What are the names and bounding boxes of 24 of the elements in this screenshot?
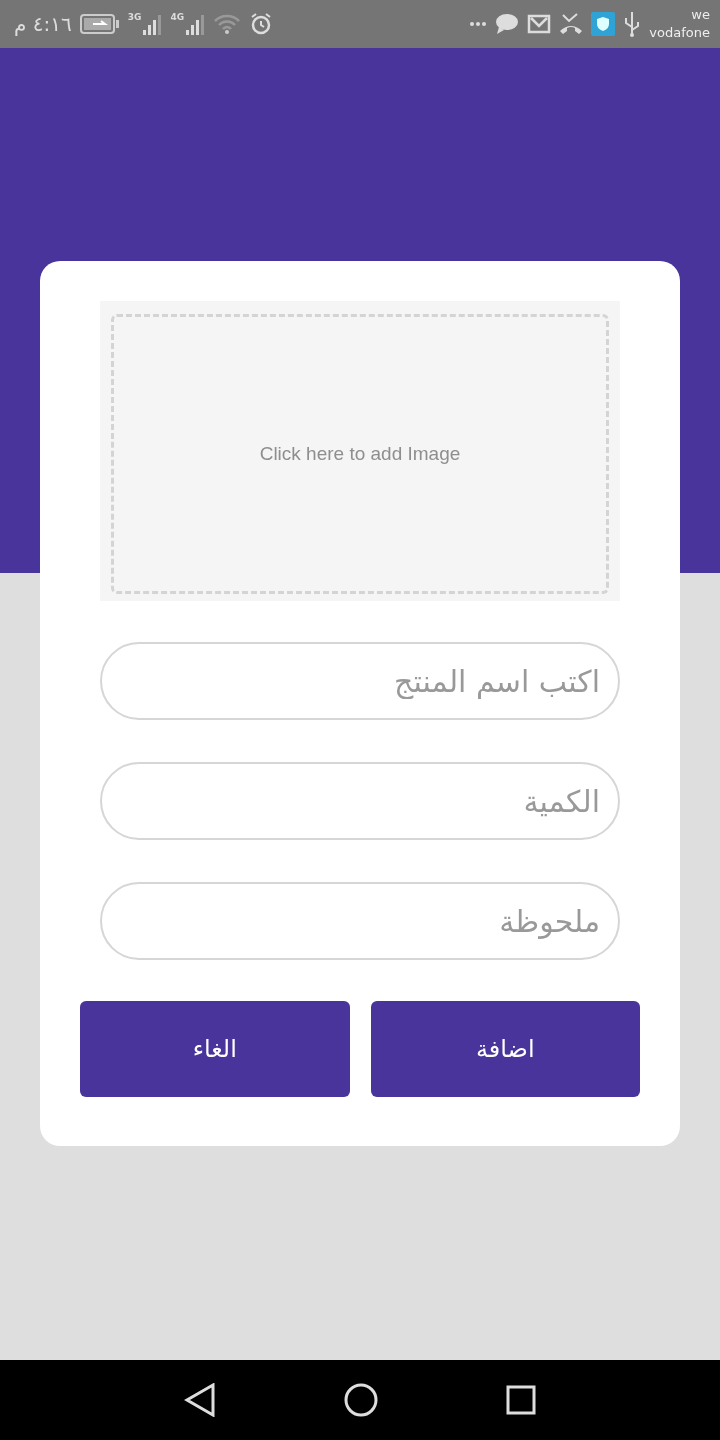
image-picker-label: Click here to add Image bbox=[259, 443, 461, 465]
clock-time: ٤:١٦ م bbox=[14, 12, 72, 36]
signal-icon bbox=[185, 12, 206, 36]
usb-icon bbox=[623, 11, 642, 37]
signal-icon bbox=[142, 12, 163, 36]
action-button[interactable]: الغاء bbox=[80, 1001, 350, 1097]
missed-call-icon bbox=[559, 12, 584, 36]
recents-icon[interactable] bbox=[506, 1385, 536, 1415]
network-label: 3G bbox=[127, 12, 142, 22]
back-icon[interactable] bbox=[184, 1383, 216, 1417]
input-field[interactable]: ملحوظة bbox=[100, 882, 620, 960]
wifi-icon bbox=[213, 13, 242, 35]
shield-icon bbox=[591, 12, 616, 36]
battery-icon bbox=[79, 13, 120, 35]
carrier-name: vodafone bbox=[649, 24, 710, 42]
action-button[interactable]: اضافة bbox=[370, 1001, 640, 1097]
more-icon bbox=[469, 21, 488, 27]
input-field[interactable]: اكتب اسم المنتج bbox=[100, 642, 620, 720]
mail-icon bbox=[527, 14, 552, 34]
input-field[interactable]: الكمية bbox=[100, 762, 620, 840]
message-icon bbox=[495, 13, 520, 35]
carrier-name: we bbox=[691, 6, 710, 24]
network-label: 4G bbox=[170, 12, 185, 22]
home-icon[interactable] bbox=[344, 1383, 378, 1417]
